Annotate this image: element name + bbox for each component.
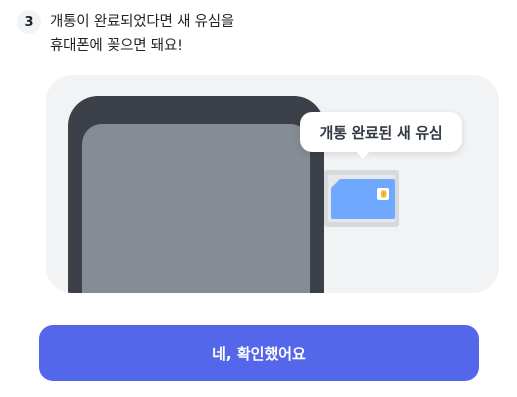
- sim-tray-slot: [328, 175, 395, 222]
- tooltip-tail: [356, 151, 370, 159]
- phone-screen: [82, 124, 310, 293]
- confirm-button[interactable]: 네, 확인했어요: [39, 325, 479, 381]
- sim-card: [331, 179, 395, 219]
- new-sim-tooltip: 개통 완료된 새 유심: [300, 112, 462, 159]
- step-description: 개통이 완료되었다면 새 유심을 휴대폰에 꽂으면 돼요!: [50, 10, 234, 58]
- step-description-line-2: 휴대폰에 꽂으면 돼요!: [50, 38, 183, 54]
- step-description-line-1: 개통이 완료되었다면 새 유심을: [50, 14, 235, 30]
- new-sim-tooltip-label: 개통 완료된 새 유심: [319, 123, 443, 142]
- sim-tray: [324, 170, 399, 227]
- step-number-badge: 3: [17, 10, 41, 34]
- sim-insert-illustration: 개통 완료된 새 유심: [46, 75, 499, 293]
- phone-illustration: [68, 96, 324, 293]
- sim-card-icon: [377, 188, 389, 200]
- sim-guide-step: 3 개통이 완료되었다면 새 유심을 휴대폰에 꽂으면 돼요! 개통 완료된 새…: [0, 0, 517, 397]
- step-instruction: 3 개통이 완료되었다면 새 유심을 휴대폰에 꽂으면 돼요!: [17, 10, 234, 58]
